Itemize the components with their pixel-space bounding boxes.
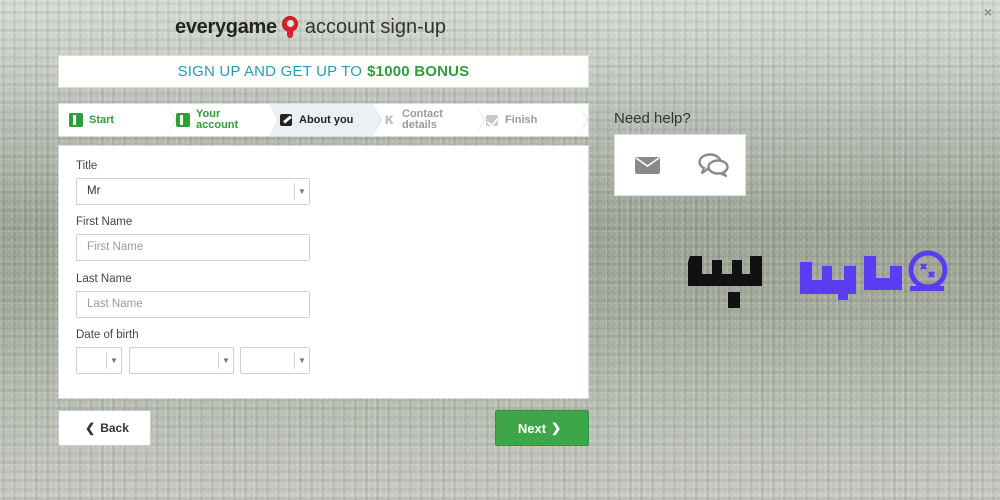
- bonus-text: SIGN UP AND GET UP TO: [177, 63, 363, 80]
- dob-month-select[interactable]: ▼: [129, 347, 234, 374]
- next-button[interactable]: Next ❯: [495, 410, 589, 446]
- back-button[interactable]: ❮ Back: [58, 410, 151, 446]
- bonus-banner: SIGN UP AND GET UP TO $1000 BONUS: [58, 55, 589, 88]
- last-name-input[interactable]: Last Name: [76, 291, 310, 318]
- chevron-right-icon: ❯: [551, 421, 562, 435]
- watermark-logo: [688, 250, 948, 308]
- signup-steps: Start Your account About you ĸ Contact det…: [58, 103, 589, 137]
- chevron-down-icon: ▼: [294, 183, 309, 200]
- chevron-down-icon: ▼: [106, 352, 121, 369]
- chevron-left-icon: ❮: [85, 421, 96, 435]
- chevron-down-icon: ▼: [218, 352, 233, 369]
- first-name-label: First Name: [76, 216, 133, 228]
- dob-day-select[interactable]: ▼: [76, 347, 122, 374]
- step-your-account[interactable]: Your account: [166, 103, 279, 137]
- contact-icon: ĸ: [384, 111, 394, 128]
- dob-label: Date of birth: [76, 329, 139, 341]
- edit-icon: [279, 113, 293, 127]
- step-complete-icon: [176, 113, 190, 127]
- brand-logo-icon: [281, 16, 299, 38]
- chat-icon[interactable]: [698, 152, 730, 178]
- help-title: Need help?: [614, 110, 691, 127]
- step-about-you[interactable]: About you: [269, 103, 382, 137]
- last-name-label: Last Name: [76, 273, 132, 285]
- chevron-down-icon: ▼: [294, 352, 309, 369]
- about-you-form: Title Mr ▼ First Name First Name Last Na…: [58, 145, 589, 399]
- page-title: account sign-up: [304, 15, 447, 38]
- bonus-amount: $1000 BONUS: [367, 63, 470, 80]
- first-name-input[interactable]: First Name: [76, 234, 310, 261]
- title-label: Title: [76, 160, 98, 172]
- brand-name: everygame: [175, 15, 277, 38]
- checkmark-icon: [485, 113, 499, 127]
- dob-year-select[interactable]: ▼: [240, 347, 310, 374]
- step-complete-icon: [69, 113, 83, 127]
- mail-icon[interactable]: [635, 157, 660, 174]
- close-button[interactable]: ×: [984, 4, 992, 20]
- help-panel: [614, 134, 746, 196]
- step-finish: Finish: [475, 103, 588, 137]
- title-select[interactable]: Mr ▼: [76, 178, 310, 205]
- brand-header: everygame account sign-up: [175, 14, 446, 40]
- step-contact-details: ĸ Contact details: [372, 103, 485, 137]
- step-start[interactable]: Start: [59, 103, 176, 137]
